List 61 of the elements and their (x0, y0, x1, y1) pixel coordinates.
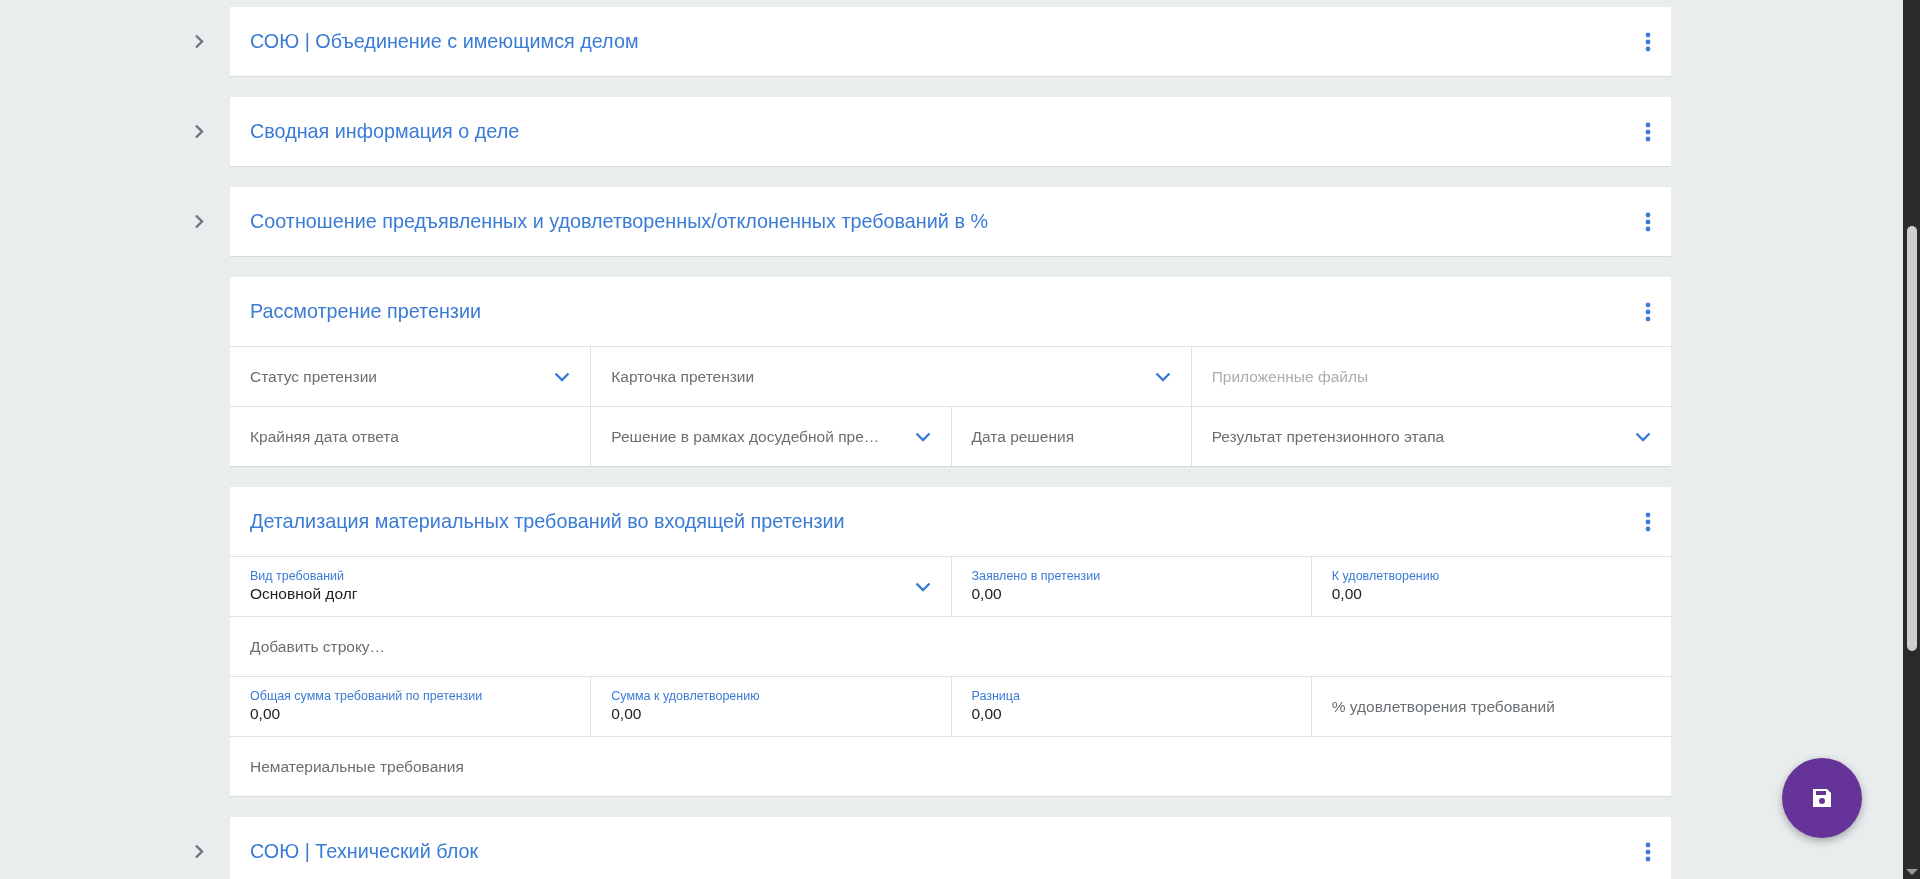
more-menu-icon[interactable] (1645, 301, 1651, 322)
input-field[interactable]: Заявлено в претензии 0,00 (950, 557, 1311, 616)
section-title[interactable]: Сводная информация о деле (250, 116, 520, 147)
field-label: Дата решения (971, 426, 1075, 447)
expand-chevron-icon[interactable] (194, 124, 204, 139)
field-value: 0,00 (1331, 584, 1363, 604)
save-button[interactable] (1782, 758, 1862, 838)
field-label: Крайняя дата ответа (250, 426, 399, 447)
field-label: Разница (971, 689, 1020, 705)
field-label: Решение в рамках досудебной пре… (611, 426, 880, 447)
field-label: Приложенные файлы (1211, 366, 1369, 387)
field-value: 0,00 (611, 704, 643, 724)
dropdown-field[interactable]: Вид требований Основной долг (230, 557, 951, 616)
field-value: 0,00 (250, 704, 282, 724)
field-label: Результат претензионного этапа (1211, 426, 1445, 447)
input-field[interactable]: Добавить строку… (230, 617, 1671, 676)
input-field[interactable]: Общая сумма требований по претензии 0,00 (230, 677, 591, 736)
more-menu-icon[interactable] (1645, 121, 1651, 142)
more-menu-icon[interactable] (1645, 31, 1651, 52)
chevron-down-icon[interactable] (554, 371, 571, 382)
field-value: Основной долг (250, 584, 358, 604)
section-title[interactable]: Детализация материальных требований во входящей претензии (250, 506, 845, 537)
expand-chevron-icon[interactable] (194, 214, 204, 229)
chevron-down-icon[interactable] (1154, 371, 1171, 382)
dropdown-field[interactable]: Карточка претензии (590, 347, 1191, 406)
input-field[interactable]: К удовлетворению 0,00 (1310, 557, 1671, 616)
expand-chevron-icon[interactable] (194, 844, 204, 859)
chevron-down-icon[interactable] (914, 581, 931, 592)
expand-chevron-icon[interactable] (194, 34, 204, 49)
chevron-down-icon[interactable] (1635, 431, 1651, 442)
field-label: Заявлено в претензии (971, 569, 1101, 585)
field-label: Сумма к удовлетворению (611, 689, 760, 705)
field-label: Вид требований (250, 569, 345, 585)
field-label: Статус претензии (250, 366, 377, 387)
field-label: Добавить строку… (250, 636, 386, 657)
section-title[interactable]: СОЮ | Технический блок (250, 836, 479, 867)
input-field[interactable]: Сумма к удовлетворению 0,00 (590, 677, 951, 736)
input-field[interactable]: % удовлетворения требований (1310, 677, 1671, 736)
chevron-down-icon[interactable] (914, 431, 931, 442)
dropdown-field[interactable]: Решение в рамках досудебной пре… (590, 407, 951, 466)
section-title[interactable]: СОЮ | Объединение с имеющимся делом (250, 26, 639, 57)
field-label: % удовлетворения требований (1331, 696, 1555, 717)
field-value: 0,00 (971, 584, 1003, 604)
save-icon (1810, 786, 1834, 810)
dropdown-field[interactable]: Статус претензии (230, 347, 591, 406)
section-title[interactable]: Соотношение предъявленных и удовлетворенных/отклоненных требований в % (250, 206, 988, 237)
scrollbar[interactable] (1903, 0, 1920, 879)
dropdown-field[interactable]: Результат претензионного этапа (1190, 407, 1671, 466)
field-label: Нематериальные требования (250, 756, 464, 777)
more-menu-icon[interactable] (1645, 211, 1651, 232)
more-menu-icon[interactable] (1645, 511, 1651, 532)
input-field[interactable]: Нематериальные требования (230, 737, 1671, 796)
more-menu-icon[interactable] (1645, 841, 1651, 862)
input-field[interactable]: Дата решения (950, 407, 1191, 466)
field-label: К удовлетворению (1331, 569, 1440, 585)
input-field[interactable]: Крайняя дата ответа (230, 407, 591, 466)
field-label: Общая сумма требований по претензии (250, 689, 483, 705)
field-value: 0,00 (971, 704, 1003, 724)
section-title[interactable]: Рассмотрение претензии (250, 296, 481, 327)
field-label: Карточка претензии (611, 366, 755, 387)
input-field[interactable]: Разница 0,00 (950, 677, 1311, 736)
